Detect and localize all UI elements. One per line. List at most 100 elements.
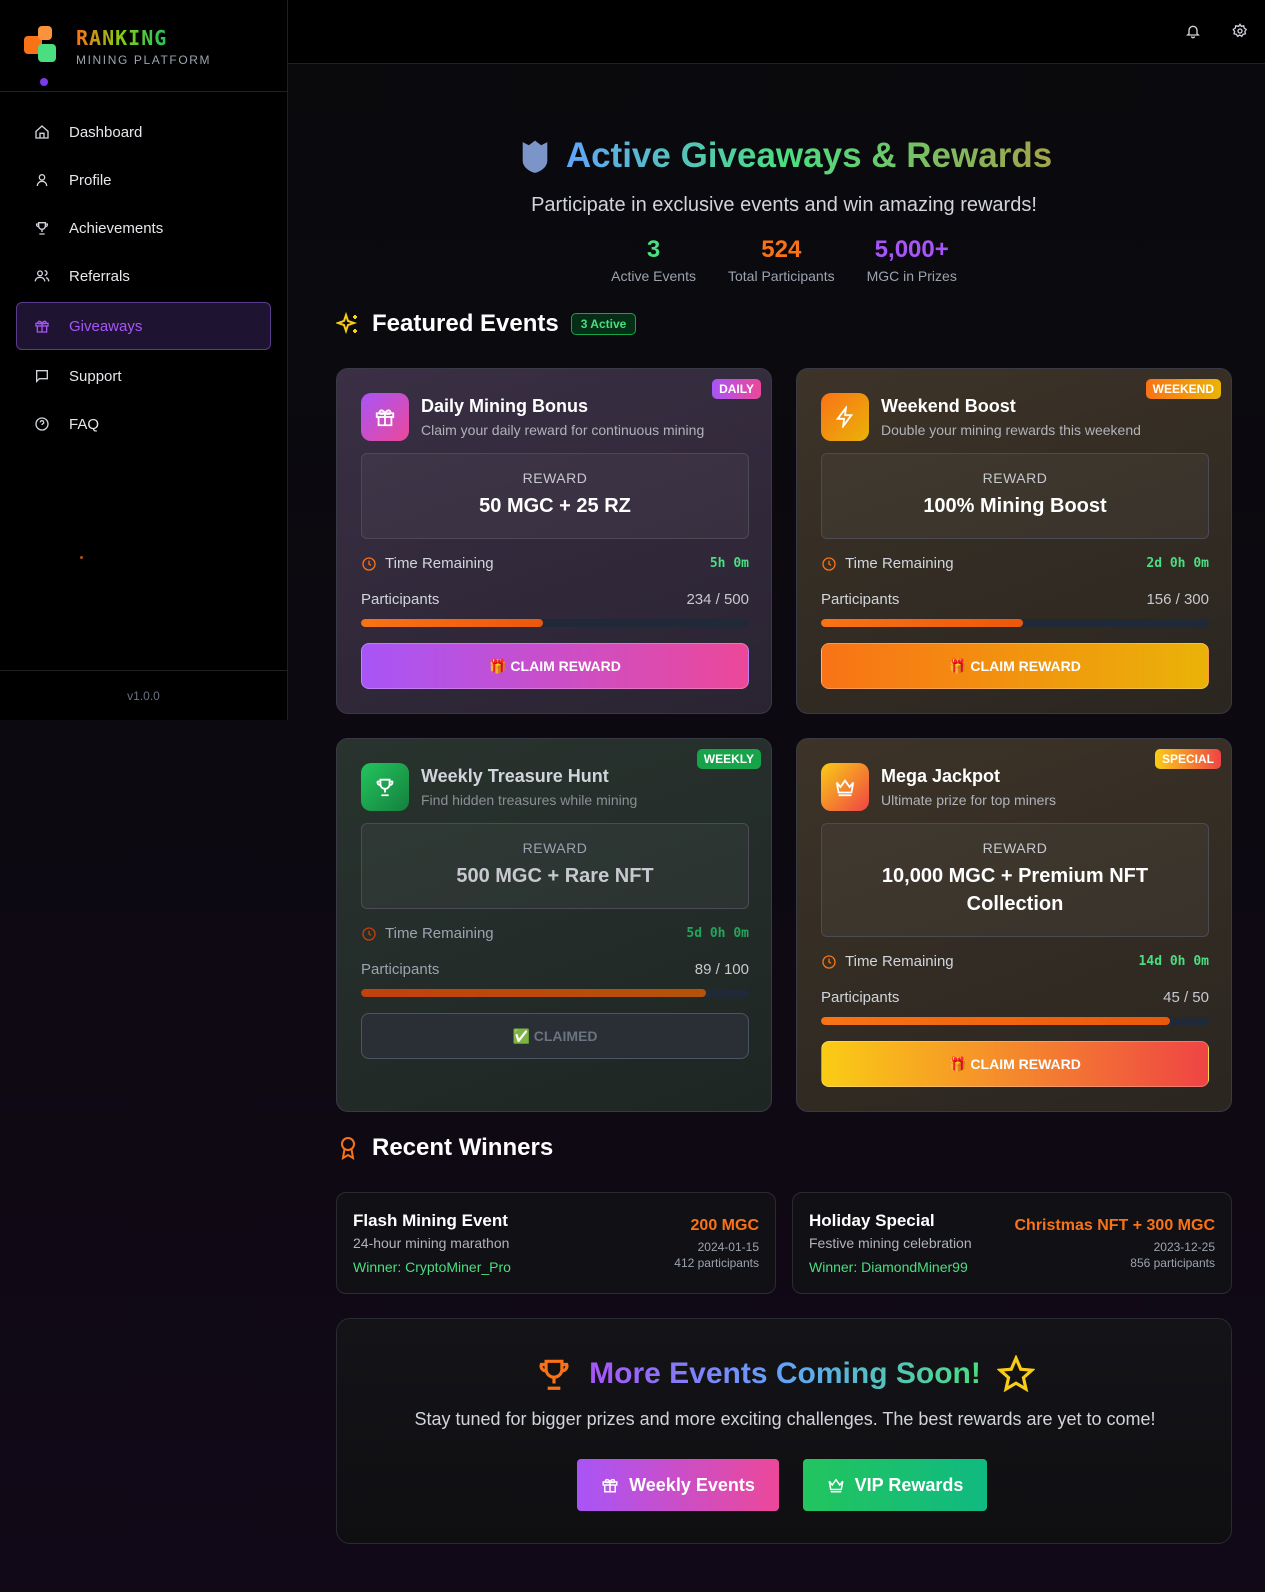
participants-label: Participants	[821, 591, 900, 608]
sidebar-item-profile[interactable]: Profile	[16, 158, 271, 202]
event-card-daily: DAILY Daily Mining Bonus Claim your dail…	[336, 368, 772, 714]
event-title: Mega Jackpot	[881, 766, 1001, 786]
event-description: Double your mining rewards this weekend	[881, 422, 1141, 438]
sidebar-item-label: Profile	[69, 171, 112, 189]
claim-reward-button[interactable]: 🎁 CLAIM REWARD	[361, 643, 749, 689]
time-label: Time Remaining	[845, 555, 954, 572]
progress-fill	[821, 619, 1023, 627]
coming-soon-title-text: More Events Coming Soon!	[589, 1357, 981, 1390]
time-label: Time Remaining	[845, 953, 954, 970]
clock-icon	[362, 556, 376, 571]
winner-card: Holiday Special Festive mining celebrati…	[792, 1192, 1232, 1294]
participants-progress	[821, 619, 1209, 627]
participants-label: Participants	[361, 961, 440, 978]
stat-label: MGC in Prizes	[866, 268, 957, 284]
crown-icon	[828, 1478, 844, 1493]
sidebar-item-label: FAQ	[69, 415, 100, 433]
decorative-dot	[80, 556, 83, 559]
logo-icon	[24, 26, 64, 66]
reward-value: 500 MGC + Rare NFT	[456, 865, 654, 887]
claim-reward-button[interactable]: 🎁 CLAIM REWARD	[821, 1041, 1209, 1087]
winner-card: Flash Mining Event 24-hour mining marath…	[336, 1192, 776, 1294]
button-label: Weekly Events	[629, 1474, 755, 1495]
settings-icon[interactable]	[1231, 22, 1249, 40]
message-icon	[33, 367, 51, 385]
stats-row: 3 Active Events 524 Total Participants 5…	[336, 236, 1232, 284]
clock-icon	[822, 556, 836, 571]
event-tag: SPECIAL	[1154, 749, 1221, 769]
page-title: Active Giveaways & Rewards	[336, 136, 1232, 176]
coming-soon-title: More Events Coming Soon!	[337, 1355, 1233, 1393]
reward-value: 100% Mining Boost	[923, 495, 1107, 517]
participants-label: Participants	[361, 591, 440, 608]
stat-label: Active Events	[611, 268, 696, 284]
sidebar: RANKING MINING PLATFORM Dashboard Profil…	[0, 0, 288, 720]
gift-icon	[33, 317, 51, 335]
participants-value: 89 / 100	[694, 961, 749, 978]
stat-prizes: 5,000+ MGC in Prizes	[867, 236, 957, 284]
sidebar-item-label: Referrals	[69, 267, 130, 285]
event-description: Find hidden treasures while mining	[421, 792, 638, 808]
sidebar-item-label: Support	[69, 367, 122, 385]
lightning-icon	[821, 393, 869, 441]
sidebar-nav: Dashboard Profile Achievements Referrals…	[0, 92, 287, 468]
reward-box: REWARD 50 MGC + 25 RZ	[361, 453, 749, 539]
vip-rewards-button[interactable]: VIP Rewards	[803, 1459, 987, 1511]
gift-icon	[361, 393, 409, 441]
clock-icon	[822, 954, 836, 969]
winner-event-description: Festive mining celebration	[809, 1235, 972, 1251]
winner-date: 2023-12-25	[1153, 1240, 1215, 1254]
bell-icon[interactable]	[1184, 22, 1202, 40]
participants-progress	[361, 619, 749, 627]
trophy-icon	[539, 1359, 569, 1390]
winner-event-description: 24-hour mining marathon	[353, 1235, 510, 1251]
sidebar-item-support[interactable]: Support	[16, 354, 271, 398]
event-card-weekend: WEEKEND Weekend Boost Double your mining…	[796, 368, 1232, 714]
winner-date: 2024-01-15	[697, 1240, 759, 1254]
clock-icon	[362, 926, 376, 941]
participants-row: Participants 89 / 100	[361, 961, 749, 978]
award-icon	[341, 1137, 355, 1160]
stat-active-events: 3 Active Events	[611, 236, 696, 284]
participants-progress	[361, 989, 749, 997]
winner-event-title: Flash Mining Event	[353, 1211, 508, 1230]
claimed-button[interactable]: ✅ CLAIMED	[361, 1013, 749, 1059]
participants-value: 156 / 300	[1146, 591, 1209, 608]
help-icon	[33, 415, 51, 433]
home-icon	[33, 123, 51, 141]
star-icon	[996, 1355, 1035, 1393]
event-title: Weekly Treasure Hunt	[421, 766, 609, 786]
participants-row: Participants 234 / 500	[361, 591, 749, 608]
user-icon	[33, 171, 51, 189]
reward-box: REWARD 10,000 MGC + Premium NFT Collecti…	[821, 823, 1209, 937]
winner-participants: 856 participants	[1130, 1256, 1215, 1270]
progress-fill	[361, 619, 543, 627]
reward-label: REWARD	[522, 470, 588, 486]
event-tag: WEEKEND	[1145, 379, 1221, 399]
coming-soon-subtitle: Stay tuned for bigger prizes and more ex…	[414, 1409, 1156, 1429]
reward-value: 10,000 MGC + Premium NFT Collection	[881, 865, 1149, 915]
event-card-weekly: WEEKLY Weekly Treasure Hunt Find hidden …	[336, 738, 772, 1112]
progress-fill	[361, 989, 707, 997]
brand-title: RANKING	[76, 26, 168, 50]
time-value: 14d 0h 0m	[1138, 954, 1209, 969]
winner-participants: 412 participants	[674, 1256, 759, 1270]
claim-reward-button[interactable]: 🎁 CLAIM REWARD	[821, 643, 1209, 689]
event-description: Ultimate prize for top miners	[881, 792, 1057, 808]
sidebar-item-referrals[interactable]: Referrals	[16, 254, 271, 298]
event-title: Weekend Boost	[881, 396, 1016, 416]
reward-label: REWARD	[982, 840, 1048, 856]
sidebar-item-dashboard[interactable]: Dashboard	[16, 110, 271, 154]
sidebar-item-faq[interactable]: FAQ	[16, 402, 271, 446]
participants-row: Participants 45 / 50	[821, 989, 1209, 1006]
sidebar-item-achievements[interactable]: Achievements	[16, 206, 271, 250]
sidebar-item-label: Achievements	[69, 219, 164, 237]
sidebar-item-giveaways[interactable]: Giveaways	[16, 302, 271, 350]
users-icon	[33, 267, 51, 285]
winner-name: Winner: CryptoMiner_Pro	[353, 1259, 511, 1275]
sidebar-item-label: Giveaways	[69, 317, 143, 335]
weekly-events-button[interactable]: Weekly Events	[577, 1459, 779, 1511]
page-title-text: Active Giveaways & Rewards	[565, 136, 1053, 175]
time-remaining-row: Time Remaining 2d 0h 0m	[821, 555, 1209, 572]
progress-fill	[821, 1017, 1171, 1025]
